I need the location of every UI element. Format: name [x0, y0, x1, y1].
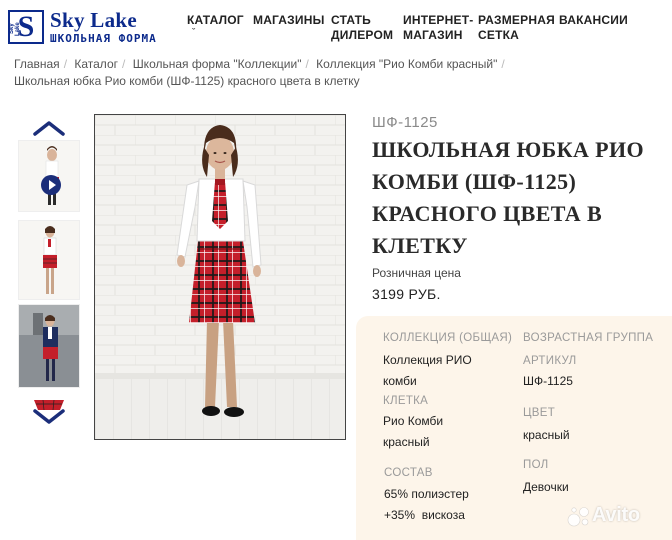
nav-item-stores-label: МАГАЗИНЫ — [253, 13, 325, 27]
nav-item-size-chart-line2: СЕТКА — [478, 28, 519, 42]
spec-article: АРТИКУЛ ШФ-1125 — [523, 354, 577, 392]
spec-color: ЦВЕТ красный — [523, 406, 570, 446]
spec-check-label: КЛЕТКА — [383, 395, 429, 407]
product-title: ШКОЛЬНАЯ ЮБКА РИО КОМБИ (ШФ-1125) КРАСНО… — [372, 137, 645, 258]
chevron-up-icon[interactable] — [32, 120, 66, 136]
nav-item-size-chart[interactable]: РАЗМЕРНАЯ СЕТКА — [478, 13, 555, 43]
breadcrumb-separator: / — [305, 57, 309, 71]
play-icon[interactable] — [41, 175, 61, 195]
spec-check-value-line2: красный — [383, 435, 430, 449]
breadcrumb-current: Школьная юбка Рио комби (ШФ-1125) красно… — [14, 74, 360, 88]
avito-watermark: Avito — [566, 503, 666, 529]
avito-logo-icon — [567, 507, 589, 527]
breadcrumb-link-home[interactable]: Главная — [14, 57, 60, 71]
spec-age-group-label: ВОЗРАСТНАЯ ГРУППА — [523, 332, 654, 344]
chevron-down-icon[interactable] — [32, 408, 66, 424]
nav-item-catalog-label: КАТАЛОГ — [187, 13, 244, 27]
nav-item-online-store[interactable]: ИНТЕРНЕТ- МАГАЗИН — [403, 13, 473, 43]
nav-item-size-chart-line1: РАЗМЕРНАЯ — [478, 13, 555, 27]
spec-composition-line1: 65% полиэстер — [384, 487, 469, 501]
main-nav: КАТАЛОГ ˇ МАГАЗИНЫ СТАТЬ ДИЛЕРОМ ИНТЕРНЕ… — [0, 13, 672, 47]
nav-item-dealer-line2: ДИЛЕРОМ — [331, 28, 394, 42]
breadcrumb-link-collection-rio[interactable]: Коллекция "Рио Комби красный" — [316, 57, 497, 71]
spec-check-value-line1: Рио Комби — [383, 414, 444, 428]
site-header: Sky Lake S Sky Lake ШКОЛЬНАЯ ФОРМА КАТАЛ… — [0, 0, 672, 52]
thumbnail-image-blazer[interactable] — [18, 304, 80, 388]
spec-collection-label: КОЛЛЕКЦИЯ (ОБЩАЯ) — [383, 332, 513, 344]
spec-composition: СОСТАВ 65% полиэстер +35% вискоза — [384, 466, 469, 526]
nav-item-dealer-line1: СТАТЬ — [331, 13, 371, 27]
spec-article-label: АРТИКУЛ — [523, 355, 577, 367]
spec-composition-line2: +35% вискоза — [384, 508, 465, 522]
nav-item-vacancies-label: ВАКАНСИИ — [559, 13, 628, 27]
breadcrumb-separator: / — [501, 57, 505, 71]
breadcrumb-link-collections[interactable]: Школьная форма "Коллекции" — [133, 57, 302, 71]
chevron-down-icon: ˇ — [192, 27, 196, 37]
nav-item-online-store-line2: МАГАЗИН — [403, 28, 463, 42]
price-label: Розничная цена — [372, 266, 461, 280]
spec-composition-label: СОСТАВ — [384, 467, 433, 479]
spec-check: КЛЕТКА Рио Комби красный — [383, 394, 443, 453]
thumbnail-video[interactable] — [18, 140, 80, 212]
nav-item-vacancies[interactable]: ВАКАНСИИ — [559, 13, 628, 28]
breadcrumb-separator: / — [122, 57, 126, 71]
spec-collection-value-line2: комби — [383, 374, 417, 388]
spec-age-group: ВОЗРАСТНАЯ ГРУППА — [523, 331, 653, 345]
product-price: 3199 РУБ. — [372, 286, 441, 302]
spec-gender: ПОЛ Девочки — [523, 458, 569, 498]
nav-item-dealer[interactable]: СТАТЬ ДИЛЕРОМ — [331, 13, 393, 43]
breadcrumb-separator: / — [63, 57, 68, 71]
product-sku-heading: ШФ-1125 — [372, 114, 438, 131]
spec-collection: КОЛЛЕКЦИЯ (ОБЩАЯ) Коллекция РИО комби — [383, 331, 512, 392]
spec-gender-label: ПОЛ — [523, 459, 549, 471]
spec-color-value: красный — [523, 428, 570, 442]
breadcrumb-link-catalog[interactable]: Каталог — [74, 57, 118, 71]
product-main-image[interactable] — [94, 114, 346, 440]
thumbnail-image-front[interactable] — [18, 220, 80, 300]
nav-item-catalog[interactable]: КАТАЛОГ ˇ — [187, 13, 244, 37]
thumbnail-gallery — [16, 118, 82, 436]
spec-collection-value-line1: Коллекция РИО — [383, 353, 472, 367]
spec-gender-value: Девочки — [523, 480, 569, 494]
nav-item-stores[interactable]: МАГАЗИНЫ — [253, 13, 325, 28]
breadcrumb: Главная / Каталог / Школьная форма "Коллек… — [14, 56, 534, 90]
spec-color-label: ЦВЕТ — [523, 407, 556, 419]
nav-item-online-store-line1: ИНТЕРНЕТ- — [403, 13, 474, 27]
spec-article-value: ШФ-1125 — [523, 374, 573, 388]
avito-watermark-text: Avito — [592, 504, 640, 526]
